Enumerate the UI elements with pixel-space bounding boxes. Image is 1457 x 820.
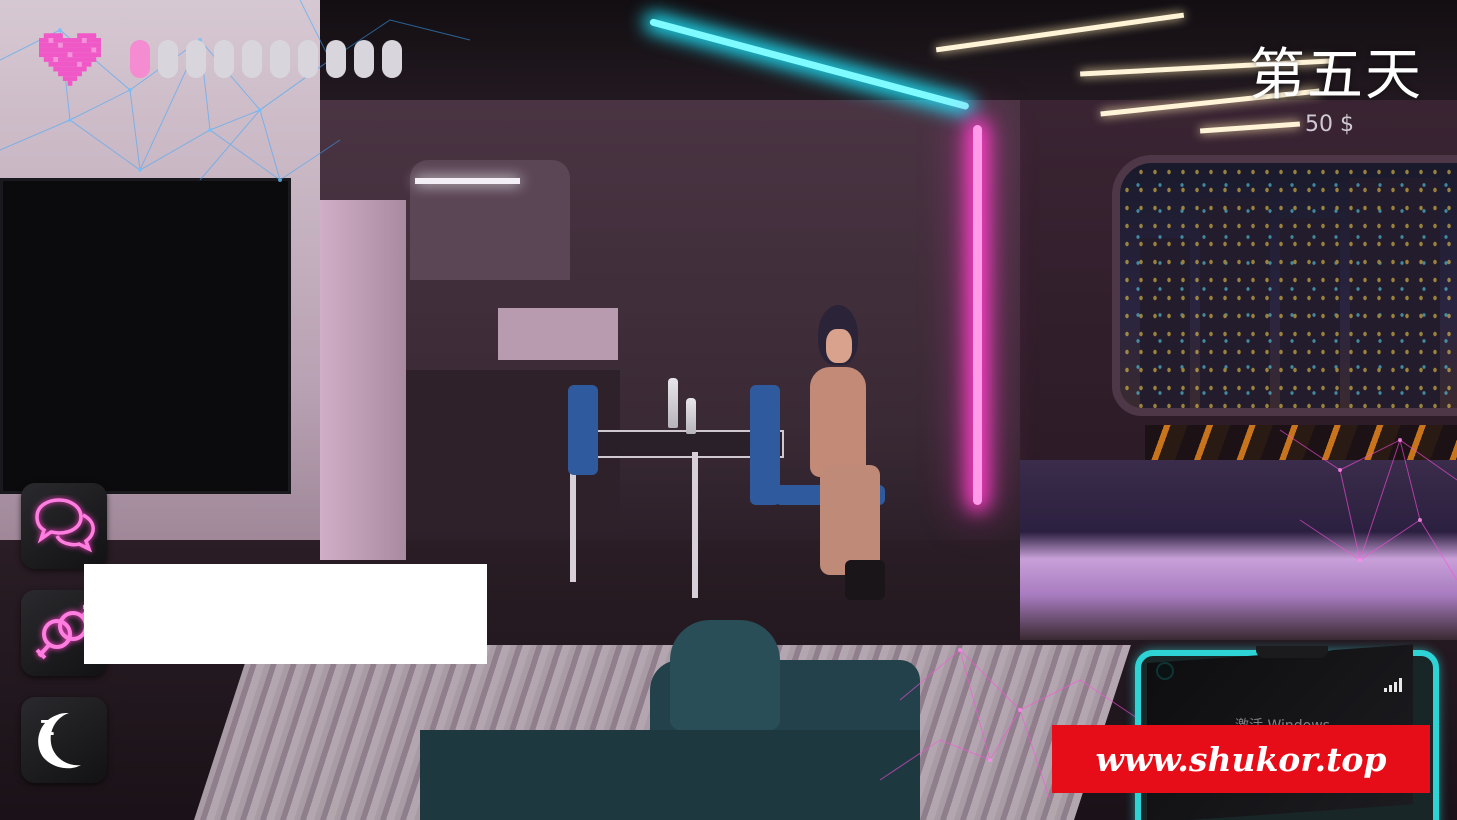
- game-scene: 激活 Windows: [0, 0, 1457, 820]
- sleep-button[interactable]: Z: [21, 697, 107, 783]
- affection-segment-empty: [354, 40, 374, 78]
- cabinet-light: [415, 178, 520, 184]
- chair: [568, 385, 598, 475]
- bottle: [668, 378, 678, 428]
- moon-sleep-icon: Z: [38, 713, 81, 769]
- microwave: [498, 308, 618, 360]
- affection-segment-empty: [186, 40, 206, 78]
- chat-bubbles-icon: [35, 498, 95, 553]
- watermark-text: www.shukor.top: [1095, 739, 1387, 779]
- day-counter: 第五天: [1249, 43, 1423, 108]
- talk-button[interactable]: [21, 483, 107, 569]
- character-girl[interactable]: [770, 305, 890, 605]
- affection-segment-empty: [326, 40, 346, 78]
- affection-segment-empty: [214, 40, 234, 78]
- svg-text:Z: Z: [40, 716, 55, 740]
- affection-segment-empty: [158, 40, 178, 78]
- table-leg: [692, 452, 698, 598]
- television: [0, 178, 291, 494]
- phone-notch: [1256, 646, 1328, 658]
- money-display: 50 $: [1305, 112, 1354, 137]
- fridge: [320, 200, 406, 560]
- sofa: [420, 620, 920, 820]
- signal-bars-icon: [1384, 678, 1402, 692]
- redaction-box: [84, 564, 487, 664]
- affection-segment-empty: [382, 40, 402, 78]
- pixel-heart-icon: [39, 32, 101, 87]
- watermark-banner: www.shukor.top: [1052, 725, 1430, 793]
- phone-camera: [1156, 662, 1174, 680]
- bed[interactable]: [1020, 460, 1457, 640]
- affection-segment-empty: [242, 40, 262, 78]
- bottle: [686, 398, 696, 434]
- affection-meter: [130, 40, 402, 78]
- city-window: [1112, 155, 1457, 416]
- affection-segment-empty: [298, 40, 318, 78]
- neon-pink-tube: [973, 125, 982, 505]
- affection-segment-empty: [270, 40, 290, 78]
- affection-segment-filled: [130, 40, 150, 78]
